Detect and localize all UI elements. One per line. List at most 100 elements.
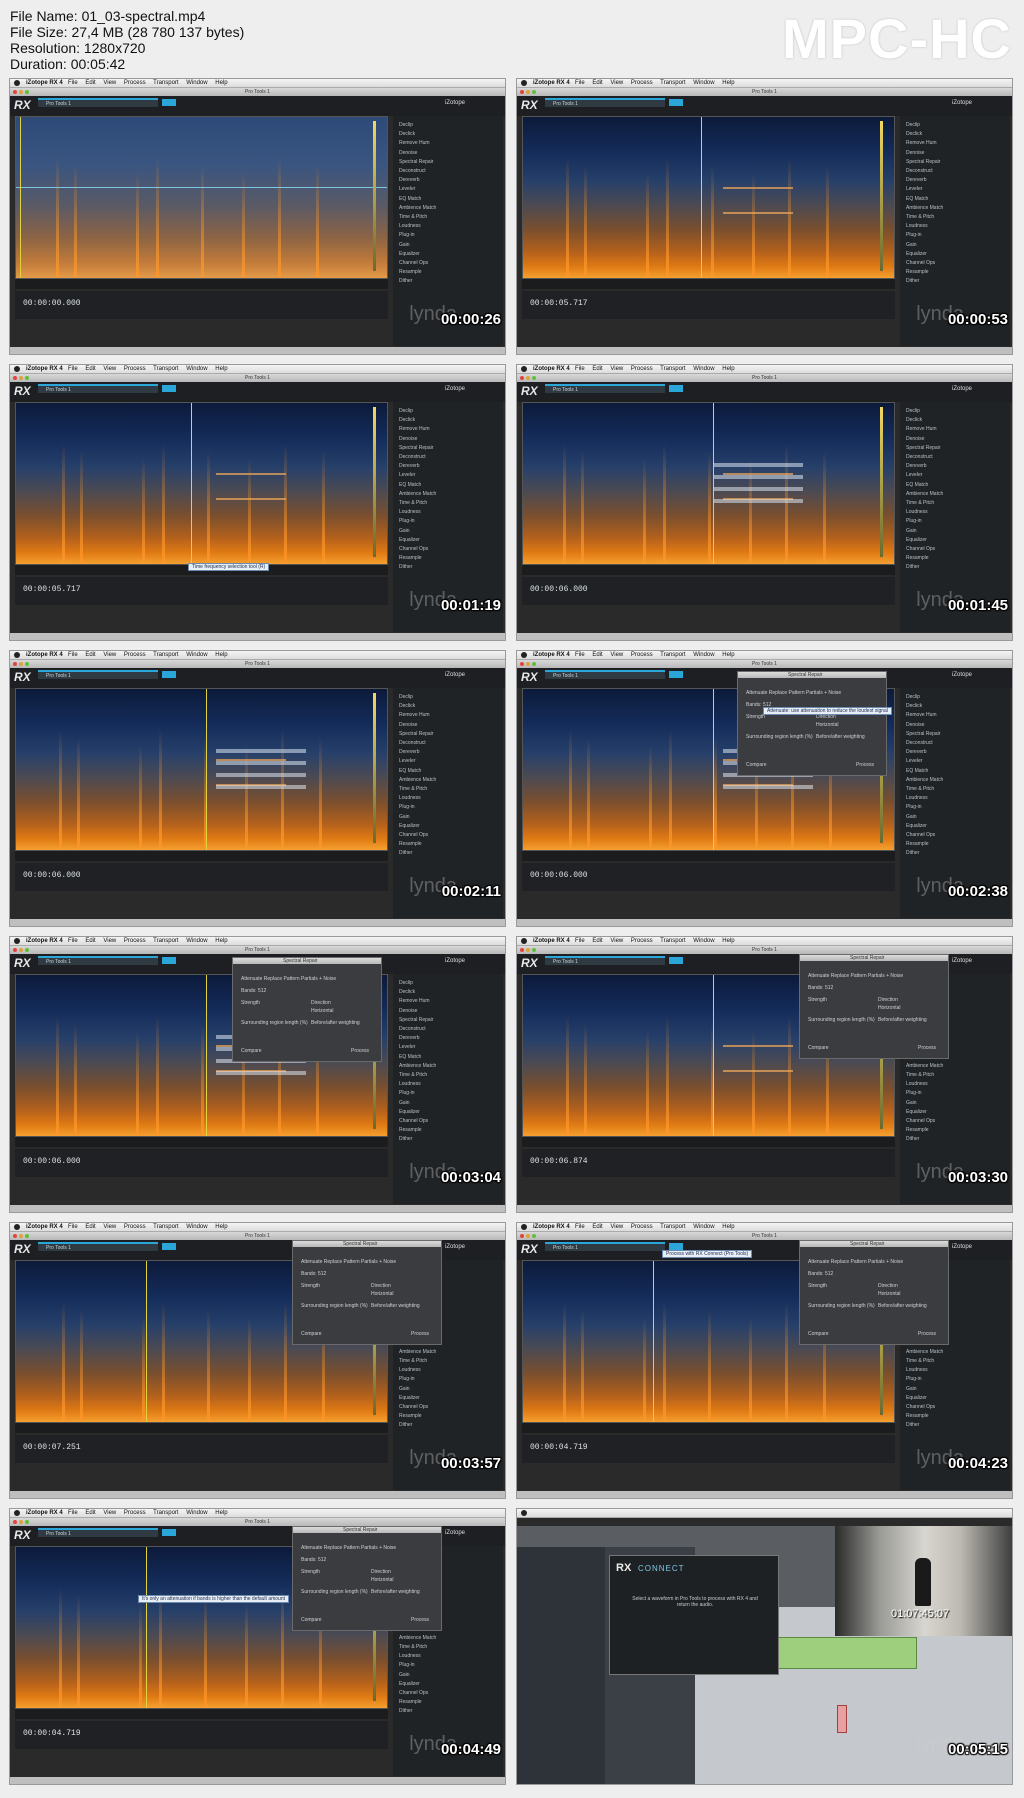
module-item[interactable]: Channel Ops	[399, 1404, 428, 1410]
module-item[interactable]: Channel Ops	[399, 1118, 428, 1124]
playhead-cursor[interactable]	[653, 1261, 654, 1422]
module-item[interactable]: Dither	[906, 850, 919, 856]
module-item[interactable]: Plug-in	[906, 518, 922, 524]
playhead-cursor[interactable]	[146, 1261, 147, 1422]
module-item[interactable]: Equalizer	[399, 823, 420, 829]
menu-items[interactable]: File Edit View Process Transport Window …	[68, 937, 228, 946]
tab-action-button[interactable]	[669, 671, 683, 678]
module-item[interactable]: EQ Match	[399, 768, 421, 774]
direction-select[interactable]: Horizontal	[311, 1008, 334, 1014]
module-item[interactable]: Plug-in	[906, 232, 922, 238]
module-item[interactable]: Declick	[399, 131, 415, 137]
module-item[interactable]: Time & Pitch	[399, 1644, 427, 1650]
module-item[interactable]: Declick	[399, 703, 415, 709]
playhead-cursor[interactable]	[20, 117, 21, 278]
bands-field[interactable]: Bands: 512	[241, 988, 266, 994]
direction-select[interactable]: Horizontal	[878, 1291, 901, 1297]
module-item[interactable]: Equalizer	[906, 1395, 927, 1401]
spectrogram-display[interactable]	[15, 688, 388, 851]
module-item[interactable]: Deconstruct	[399, 454, 426, 460]
module-item[interactable]: Dereverb	[399, 749, 420, 755]
module-item[interactable]: Declick	[399, 417, 415, 423]
menu-items[interactable]: File Edit View Process Transport Window …	[575, 1223, 735, 1232]
dialog-tabs[interactable]: Attenuate Replace Pattern Partials + Noi…	[808, 973, 903, 979]
dialog-tabs[interactable]: Attenuate Replace Pattern Partials + Noi…	[301, 1545, 396, 1551]
module-item[interactable]: EQ Match	[399, 1054, 421, 1060]
module-item[interactable]: Dereverb	[399, 177, 420, 183]
module-item[interactable]: Deconstruct	[399, 168, 426, 174]
menu-items[interactable]: File Edit View Process Transport Window …	[68, 651, 228, 660]
module-item[interactable]: Time & Pitch	[906, 1072, 934, 1078]
bands-field[interactable]: Bands: 512	[301, 1271, 326, 1277]
module-item[interactable]: Denoise	[399, 1008, 417, 1014]
module-item[interactable]: Declip	[399, 122, 413, 128]
menu-items[interactable]: File Edit View Process Transport Window …	[68, 1509, 228, 1518]
module-item[interactable]: Deconstruct	[399, 1026, 426, 1032]
module-item[interactable]: Spectral Repair	[399, 445, 433, 451]
module-item[interactable]: Plug-in	[399, 1090, 415, 1096]
module-item[interactable]: Dither	[399, 1708, 412, 1714]
apple-icon[interactable]	[521, 652, 527, 658]
module-item[interactable]: Gain	[399, 1100, 410, 1106]
tab-action-button[interactable]	[669, 99, 683, 106]
module-item[interactable]: Leveler	[399, 186, 415, 192]
module-item[interactable]: Declick	[906, 417, 922, 423]
module-item[interactable]: Dither	[906, 1422, 919, 1428]
menu-items[interactable]: File Edit View Process Transport Window …	[575, 651, 735, 660]
module-item[interactable]: Channel Ops	[399, 260, 428, 266]
module-item[interactable]: Plug-in	[906, 804, 922, 810]
compare-button[interactable]: Compare	[808, 1045, 829, 1051]
file-tab[interactable]: Pro Tools 1	[545, 98, 665, 107]
file-tab[interactable]: Pro Tools 1	[545, 1242, 665, 1251]
module-item[interactable]: Loudness	[906, 1367, 928, 1373]
module-item[interactable]: Loudness	[399, 223, 421, 229]
module-item[interactable]: Channel Ops	[906, 1118, 935, 1124]
module-item[interactable]: Gain	[399, 1386, 410, 1392]
module-item[interactable]: Leveler	[399, 1044, 415, 1050]
tab-action-button[interactable]	[162, 99, 176, 106]
apple-icon[interactable]	[521, 938, 527, 944]
dialog-tabs[interactable]: Attenuate Replace Pattern Partials + Noi…	[301, 1259, 396, 1265]
apple-icon[interactable]	[521, 1224, 527, 1230]
apple-icon[interactable]	[521, 366, 527, 372]
playhead-cursor[interactable]	[191, 403, 192, 564]
module-item[interactable]: Leveler	[399, 758, 415, 764]
module-item[interactable]: Declick	[399, 989, 415, 995]
module-item[interactable]: Dither	[399, 1422, 412, 1428]
menu-app-name[interactable]: iZotope RX 4	[26, 651, 63, 660]
module-item[interactable]: Plug-in	[399, 518, 415, 524]
module-item[interactable]: Declip	[399, 980, 413, 986]
module-item[interactable]: Ambience Match	[399, 1063, 436, 1069]
module-item[interactable]: Gain	[399, 528, 410, 534]
tab-action-button[interactable]	[669, 1243, 683, 1250]
direction-select[interactable]: Horizontal	[371, 1291, 394, 1297]
module-item[interactable]: Dereverb	[906, 177, 927, 183]
bands-field[interactable]: Bands: 512	[301, 1557, 326, 1563]
module-item[interactable]: Equalizer	[906, 251, 927, 257]
module-item[interactable]: Plug-in	[399, 804, 415, 810]
module-item[interactable]: Remove Hum	[906, 426, 937, 432]
module-item[interactable]: Time & Pitch	[399, 1358, 427, 1364]
module-item[interactable]: EQ Match	[906, 768, 928, 774]
module-item[interactable]: Channel Ops	[906, 832, 935, 838]
spectrogram-display[interactable]	[522, 116, 895, 279]
tab-action-button[interactable]	[162, 1529, 176, 1536]
playhead-cursor[interactable]	[713, 403, 714, 564]
module-item[interactable]: Loudness	[399, 1653, 421, 1659]
module-item[interactable]: Remove Hum	[399, 426, 430, 432]
tab-action-button[interactable]	[162, 957, 176, 964]
module-item[interactable]: Declip	[906, 122, 920, 128]
module-item[interactable]: Time & Pitch	[906, 1358, 934, 1364]
file-tab[interactable]: Pro Tools 1	[545, 956, 665, 965]
module-item[interactable]: Gain	[906, 242, 917, 248]
spectrogram-display[interactable]	[522, 402, 895, 565]
module-item[interactable]: Denoise	[399, 150, 417, 156]
module-item[interactable]: EQ Match	[399, 482, 421, 488]
module-item[interactable]: Plug-in	[906, 1090, 922, 1096]
module-item[interactable]: Equalizer	[399, 1109, 420, 1115]
module-item[interactable]: Equalizer	[399, 537, 420, 543]
module-item[interactable]: Equalizer	[906, 1109, 927, 1115]
module-item[interactable]: Time & Pitch	[399, 214, 427, 220]
module-item[interactable]: Gain	[906, 814, 917, 820]
module-item[interactable]: Loudness	[906, 1081, 928, 1087]
